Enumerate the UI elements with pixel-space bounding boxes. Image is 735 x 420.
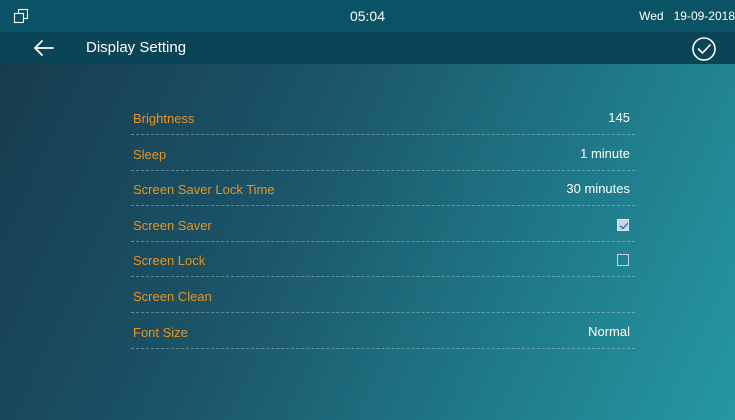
checkmark-icon <box>619 222 629 229</box>
font-size-value[interactable]: Normal <box>588 324 630 339</box>
setting-label-font-size: Font Size <box>133 324 188 340</box>
setting-row-screen-clean[interactable]: Screen Clean <box>131 282 635 313</box>
setting-row-screen-saver-lock-time[interactable]: Screen Saver Lock Time 30 minutes <box>131 175 635 207</box>
back-arrow-icon[interactable] <box>32 38 56 58</box>
status-time: 05:04 <box>349 8 386 24</box>
setting-label-screen-saver: Screen Saver <box>133 217 212 233</box>
status-date: 19-09-2018 <box>673 9 735 23</box>
screen-saver-checkbox[interactable] <box>617 218 629 231</box>
setting-label-brightness: Brightness <box>133 111 195 126</box>
setting-label-screen-saver-lock-time: Screen Saver Lock Time <box>133 182 275 198</box>
page-title: Display Setting <box>86 39 187 56</box>
brightness-value[interactable]: 145 <box>608 110 630 125</box>
screen-lock-checkbox[interactable] <box>617 254 629 267</box>
title-bar: Display Setting <box>0 32 735 64</box>
display-setting-screen: 05:04 Wed 19-09-2018 Display Setting Brig… <box>0 0 735 420</box>
status-bar: 05:04 Wed 19-09-2018 <box>0 0 735 32</box>
setting-label-sleep: Sleep <box>133 146 167 162</box>
setting-row-font-size[interactable]: Font Size Normal <box>131 318 635 349</box>
settings-list: Brightness 145 Sleep 1 minute Screen Sav… <box>131 104 635 353</box>
status-date-group: Wed 19-09-2018 <box>629 0 735 32</box>
screen-saver-lock-time-value[interactable]: 30 minutes <box>566 181 630 196</box>
status-day: Wed <box>639 9 664 23</box>
setting-row-screen-lock[interactable]: Screen Lock <box>131 246 635 278</box>
setting-row-brightness[interactable]: Brightness 145 <box>131 104 635 135</box>
setting-row-sleep[interactable]: Sleep 1 minute <box>131 140 635 171</box>
setting-label-screen-lock: Screen Lock <box>133 253 206 269</box>
sleep-value[interactable]: 1 minute <box>580 146 630 161</box>
setting-label-screen-clean: Screen Clean <box>133 288 212 304</box>
check-circle-icon[interactable] <box>691 36 717 62</box>
setting-row-screen-saver[interactable]: Screen Saver <box>131 211 635 242</box>
